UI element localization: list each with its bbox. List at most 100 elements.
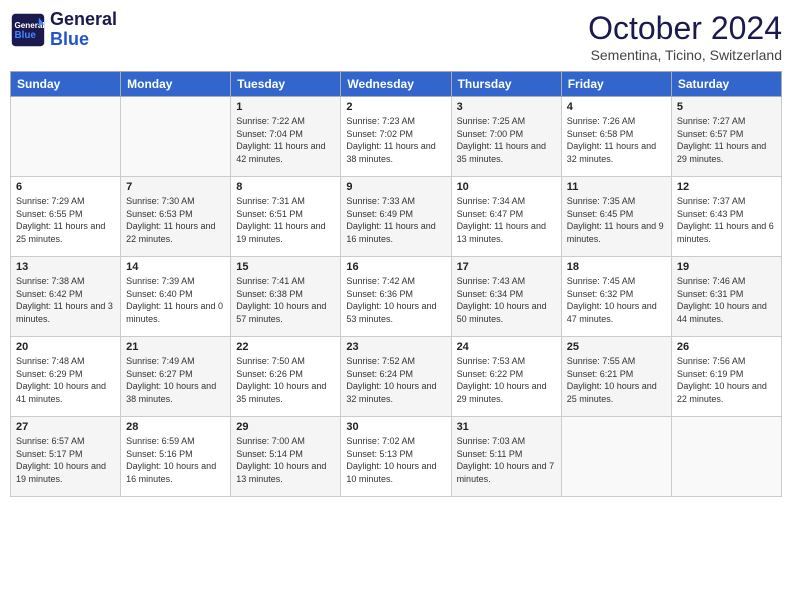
weekday-header: Wednesday — [341, 72, 451, 97]
day-info: Sunrise: 7:46 AM Sunset: 6:31 PM Dayligh… — [677, 275, 776, 325]
calendar-cell: 27 Sunrise: 6:57 AM Sunset: 5:17 PM Dayli… — [11, 417, 121, 497]
day-number: 22 — [236, 341, 335, 353]
day-info: Sunrise: 7:55 AM Sunset: 6:21 PM Dayligh… — [567, 355, 666, 405]
calendar-cell: 23Sunrise: 7:52 AM Sunset: 6:24 PM Dayli… — [341, 337, 451, 417]
calendar-cell: 7 Sunrise: 7:30 AM Sunset: 6:53 PM Daylig… — [121, 177, 231, 257]
weekday-header: Sunday — [11, 72, 121, 97]
calendar-cell: 28 Sunrise: 6:59 AM Sunset: 5:16 PM Dayli… — [121, 417, 231, 497]
weekday-header: Tuesday — [231, 72, 341, 97]
day-number: 7 — [126, 181, 225, 193]
day-number: 10 — [457, 181, 556, 193]
day-number: 18 — [567, 261, 666, 273]
calendar-cell — [671, 417, 781, 497]
calendar-table: SundayMondayTuesdayWednesdayThursdayFrid… — [10, 71, 782, 497]
day-info: Sunrise: 7:27 AM Sunset: 6:57 PM Dayligh… — [677, 115, 776, 165]
weekday-header: Thursday — [451, 72, 561, 97]
day-info: Sunrise: 7:23 AM Sunset: 7:02 PM Dayligh… — [346, 115, 445, 165]
calendar-cell: 30 Sunrise: 7:02 AM Sunset: 5:13 PM Dayli… — [341, 417, 451, 497]
day-info: Sunrise: 7:34 AM Sunset: 6:47 PM Dayligh… — [457, 195, 556, 245]
day-info: Sunrise: 7:42 AM Sunset: 6:36 PM Dayligh… — [346, 275, 445, 325]
day-info: Sunrise: 7:00 AM Sunset: 5:14 PM Dayligh… — [236, 435, 335, 485]
day-info: Sunrise: 7:41 AM Sunset: 6:38 PM Dayligh… — [236, 275, 335, 325]
day-info: Sunrise: 7:39 AM Sunset: 6:40 PM Dayligh… — [126, 275, 225, 325]
day-number: 12 — [677, 181, 776, 193]
day-number: 24 — [457, 341, 556, 353]
calendar-cell: 1Sunrise: 7:22 AM Sunset: 7:04 PM Daylig… — [231, 97, 341, 177]
day-number: 8 — [236, 181, 335, 193]
day-info: Sunrise: 7:03 AM Sunset: 5:11 PM Dayligh… — [457, 435, 556, 485]
day-number: 11 — [567, 181, 666, 193]
day-number: 6 — [16, 181, 115, 193]
calendar-week-row: 1Sunrise: 7:22 AM Sunset: 7:04 PM Daylig… — [11, 97, 782, 177]
page-header: General Blue General Blue October 2024 S… — [10, 10, 782, 63]
day-number: 25 — [567, 341, 666, 353]
location-subtitle: Sementina, Ticino, Switzerland — [588, 47, 782, 63]
calendar-week-row: 13 Sunrise: 7:38 AM Sunset: 6:42 PM Dayli… — [11, 257, 782, 337]
day-info: Sunrise: 7:43 AM Sunset: 6:34 PM Dayligh… — [457, 275, 556, 325]
calendar-cell: 24 Sunrise: 7:53 AM Sunset: 6:22 PM Dayli… — [451, 337, 561, 417]
day-info: Sunrise: 6:57 AM Sunset: 5:17 PM Dayligh… — [16, 435, 115, 485]
calendar-week-row: 6 Sunrise: 7:29 AM Sunset: 6:55 PM Daylig… — [11, 177, 782, 257]
calendar-cell — [121, 97, 231, 177]
day-info: Sunrise: 7:45 AM Sunset: 6:32 PM Dayligh… — [567, 275, 666, 325]
calendar-cell: 16 Sunrise: 7:42 AM Sunset: 6:36 PM Dayli… — [341, 257, 451, 337]
calendar-cell: 3Sunrise: 7:25 AM Sunset: 7:00 PM Daylig… — [451, 97, 561, 177]
day-number: 5 — [677, 101, 776, 113]
day-info: Sunrise: 7:26 AM Sunset: 6:58 PM Dayligh… — [567, 115, 666, 165]
calendar-cell: 8Sunrise: 7:31 AM Sunset: 6:51 PM Daylig… — [231, 177, 341, 257]
calendar-week-row: 27 Sunrise: 6:57 AM Sunset: 5:17 PM Dayli… — [11, 417, 782, 497]
day-number: 16 — [346, 261, 445, 273]
calendar-body: 1Sunrise: 7:22 AM Sunset: 7:04 PM Daylig… — [11, 97, 782, 497]
calendar-cell: 6 Sunrise: 7:29 AM Sunset: 6:55 PM Daylig… — [11, 177, 121, 257]
calendar-cell: 10 Sunrise: 7:34 AM Sunset: 6:47 PM Dayli… — [451, 177, 561, 257]
weekday-header: Friday — [561, 72, 671, 97]
day-number: 9 — [346, 181, 445, 193]
day-number: 19 — [677, 261, 776, 273]
calendar-cell: 22 Sunrise: 7:50 AM Sunset: 6:26 PM Dayli… — [231, 337, 341, 417]
day-info: Sunrise: 7:02 AM Sunset: 5:13 PM Dayligh… — [346, 435, 445, 485]
day-info: Sunrise: 7:29 AM Sunset: 6:55 PM Dayligh… — [16, 195, 115, 245]
calendar-cell: 11Sunrise: 7:35 AM Sunset: 6:45 PM Dayli… — [561, 177, 671, 257]
calendar-cell — [561, 417, 671, 497]
calendar-cell: 4 Sunrise: 7:26 AM Sunset: 6:58 PM Daylig… — [561, 97, 671, 177]
day-info: Sunrise: 7:38 AM Sunset: 6:42 PM Dayligh… — [16, 275, 115, 325]
day-info: Sunrise: 7:30 AM Sunset: 6:53 PM Dayligh… — [126, 195, 225, 245]
day-info: Sunrise: 7:50 AM Sunset: 6:26 PM Dayligh… — [236, 355, 335, 405]
day-info: Sunrise: 7:37 AM Sunset: 6:43 PM Dayligh… — [677, 195, 776, 245]
svg-text:Blue: Blue — [15, 30, 37, 41]
day-number: 30 — [346, 421, 445, 433]
day-number: 29 — [236, 421, 335, 433]
logo: General Blue General Blue — [10, 10, 117, 50]
calendar-cell: 29 Sunrise: 7:00 AM Sunset: 5:14 PM Dayli… — [231, 417, 341, 497]
weekday-header: Saturday — [671, 72, 781, 97]
day-info: Sunrise: 7:22 AM Sunset: 7:04 PM Dayligh… — [236, 115, 335, 165]
day-info: Sunrise: 7:49 AM Sunset: 6:27 PM Dayligh… — [126, 355, 225, 405]
title-block: October 2024 Sementina, Ticino, Switzerl… — [588, 10, 782, 63]
day-number: 4 — [567, 101, 666, 113]
day-info: Sunrise: 7:53 AM Sunset: 6:22 PM Dayligh… — [457, 355, 556, 405]
day-number: 13 — [16, 261, 115, 273]
day-info: Sunrise: 7:33 AM Sunset: 6:49 PM Dayligh… — [346, 195, 445, 245]
calendar-cell: 15Sunrise: 7:41 AM Sunset: 6:38 PM Dayli… — [231, 257, 341, 337]
calendar-week-row: 20Sunrise: 7:48 AM Sunset: 6:29 PM Dayli… — [11, 337, 782, 417]
calendar-cell: 18 Sunrise: 7:45 AM Sunset: 6:32 PM Dayli… — [561, 257, 671, 337]
calendar-cell: 21Sunrise: 7:49 AM Sunset: 6:27 PM Dayli… — [121, 337, 231, 417]
calendar-cell: 31 Sunrise: 7:03 AM Sunset: 5:11 PM Dayli… — [451, 417, 561, 497]
calendar-cell: 12 Sunrise: 7:37 AM Sunset: 6:43 PM Dayli… — [671, 177, 781, 257]
calendar-cell: 5 Sunrise: 7:27 AM Sunset: 6:57 PM Daylig… — [671, 97, 781, 177]
day-number: 20 — [16, 341, 115, 353]
logo-icon: General Blue — [10, 12, 46, 48]
day-info: Sunrise: 7:52 AM Sunset: 6:24 PM Dayligh… — [346, 355, 445, 405]
day-number: 28 — [126, 421, 225, 433]
day-info: Sunrise: 7:25 AM Sunset: 7:00 PM Dayligh… — [457, 115, 556, 165]
logo-text: General Blue — [50, 10, 117, 50]
day-number: 14 — [126, 261, 225, 273]
calendar-cell: 20Sunrise: 7:48 AM Sunset: 6:29 PM Dayli… — [11, 337, 121, 417]
day-number: 31 — [457, 421, 556, 433]
day-number: 26 — [677, 341, 776, 353]
day-number: 27 — [16, 421, 115, 433]
weekday-header: Monday — [121, 72, 231, 97]
day-info: Sunrise: 6:59 AM Sunset: 5:16 PM Dayligh… — [126, 435, 225, 485]
calendar-header-row: SundayMondayTuesdayWednesdayThursdayFrid… — [11, 72, 782, 97]
day-number: 2 — [346, 101, 445, 113]
